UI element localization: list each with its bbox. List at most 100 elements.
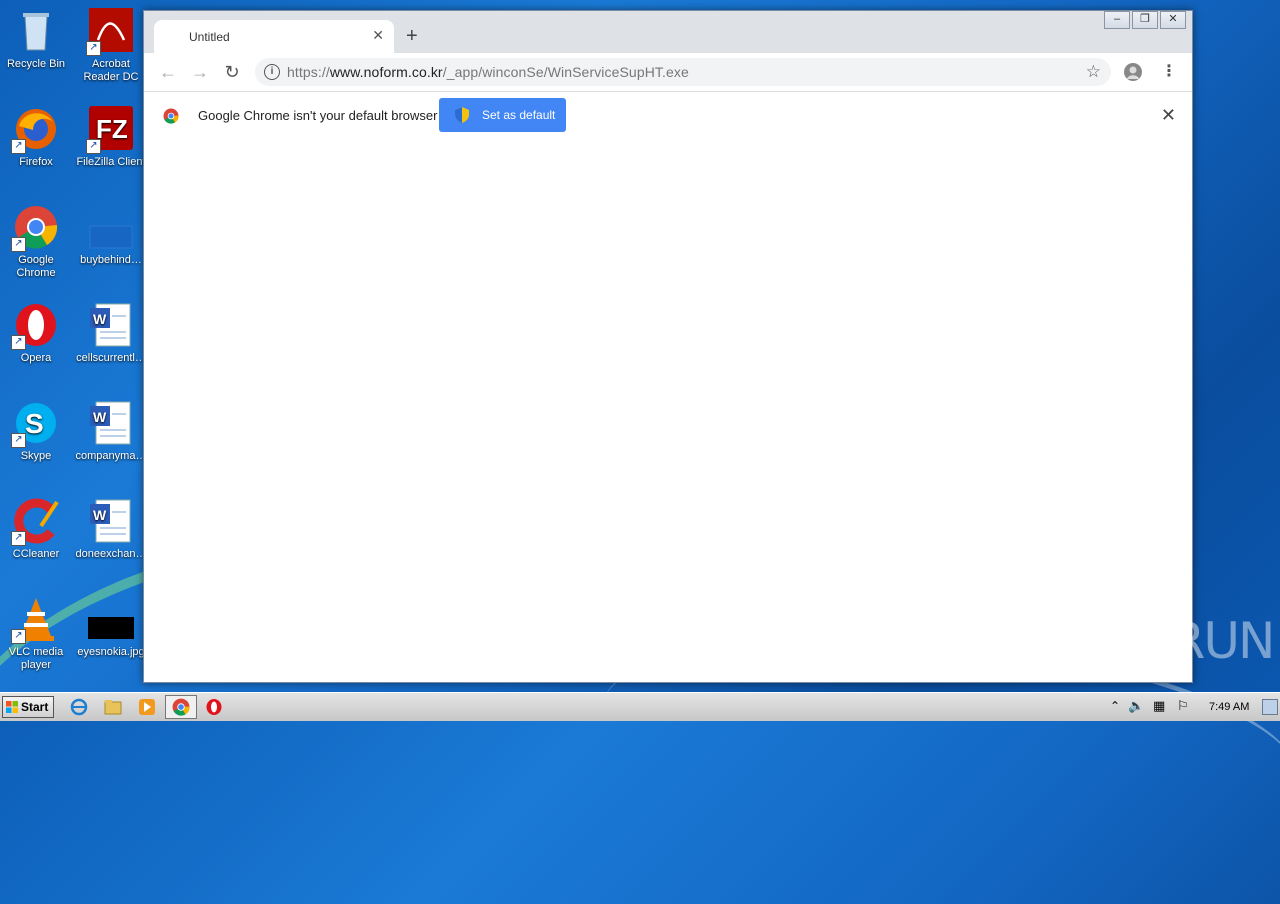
skype-icon: S ↗ (11, 400, 59, 448)
desktop-icon-label: CCleaner (12, 548, 60, 560)
desktop-icon-label: doneexchan… (75, 548, 147, 560)
shortcut-arrow-icon: ↗ (11, 433, 26, 448)
desktop-icon-vlc[interactable]: ↗ VLC media player (0, 596, 72, 672)
show-desktop-button[interactable] (1262, 699, 1278, 715)
menu-kebab-icon[interactable]: ⋮ (1161, 61, 1177, 81)
desktop-icon-label: Recycle Bin (6, 58, 66, 70)
chrome-taskbar-icon (172, 698, 190, 716)
chrome-window: Untitled ✕ + – ❐ ✕ ← → ↻ i https://www.n… (143, 10, 1193, 683)
filezilla-icon: FZ ↗ (86, 106, 134, 154)
desktop-icon-acrobat[interactable]: ↗ Acrobat Reader DC (75, 8, 147, 84)
tab-strip: Untitled ✕ + – ❐ ✕ (144, 11, 1192, 53)
desktop-icon-firefox[interactable]: ↗ Firefox (0, 106, 72, 169)
address-bar[interactable]: i https://www.noform.co.kr/_app/winconSe… (255, 58, 1111, 86)
action-center-flag-icon[interactable]: ⚐ (1177, 698, 1189, 714)
desktop-icon-word-doc[interactable]: W cellscurrentl… (75, 302, 147, 365)
desktop-icon-label: Acrobat Reader DC (83, 58, 139, 83)
restore-button[interactable]: ❐ (1132, 11, 1158, 29)
infobar-close-icon[interactable]: ✕ (1161, 105, 1176, 126)
start-button[interactable]: Start (2, 696, 54, 718)
shortcut-arrow-icon: ↗ (11, 335, 26, 350)
taskbar-clock[interactable]: 7:49 AM (1209, 701, 1249, 713)
shortcut-arrow-icon: ↗ (11, 139, 26, 154)
desktop-icon-label: Firefox (19, 156, 53, 168)
blank-file-icon (88, 204, 134, 250)
opera-icon: ↗ (11, 302, 59, 350)
desktop-icon-recycle-bin[interactable]: Recycle Bin (0, 8, 72, 71)
page-content[interactable] (144, 140, 1192, 682)
volume-icon[interactable]: 🔈 (1128, 698, 1144, 714)
reload-icon[interactable]: ↻ (222, 62, 242, 82)
desktop-icon-word-doc[interactable]: W doneexchan… (75, 498, 147, 561)
desktop-icon-file[interactable]: buybehind… (75, 204, 147, 267)
browser-toolbar: ← → ↻ i https://www.noform.co.kr/_app/wi… (144, 53, 1192, 91)
acrobat-icon: ↗ (86, 8, 134, 56)
desktop-icon-label: companyma… (75, 450, 147, 462)
desktop-icon-chrome[interactable]: ↗ Google Chrome (0, 204, 72, 280)
word-document-icon: W (88, 302, 134, 348)
url-host: www.noform.co.kr (329, 64, 443, 80)
back-arrow-icon[interactable]: ← (158, 62, 178, 82)
desktop-icon-opera[interactable]: ↗ Opera (0, 302, 72, 365)
desktop-icon-skype[interactable]: S ↗ Skype (0, 400, 72, 463)
desktop-icon-label: VLC media player (8, 646, 64, 671)
desktop-icon-label: Skype (20, 450, 52, 462)
tray-expand-icon[interactable]: ⌃ (1110, 699, 1120, 713)
desktop-icon-word-doc[interactable]: W companyma… (75, 400, 147, 463)
profile-avatar-icon[interactable] (1124, 63, 1142, 81)
set-as-default-label: Set as default (482, 108, 556, 122)
svg-text:W: W (93, 311, 107, 327)
network-icon[interactable]: ▦ (1153, 698, 1165, 714)
svg-text:S: S (25, 408, 44, 439)
start-label: Start (21, 700, 49, 714)
media-player-icon[interactable] (138, 698, 156, 716)
tab-active[interactable]: Untitled ✕ (154, 20, 394, 53)
shortcut-arrow-icon: ↗ (86, 139, 101, 154)
vlc-icon: ↗ (11, 596, 59, 644)
image-thumbnail-icon (88, 596, 134, 642)
taskbar: Start ⌃ 🔈 ▦ ⚐ 7:49 AM (0, 692, 1280, 721)
default-browser-infobar: Google Chrome isn't your default browser… (144, 91, 1192, 141)
desktop-icon-label: cellscurrentl… (76, 352, 146, 364)
svg-text:W: W (93, 409, 107, 425)
url-text[interactable]: https://www.noform.co.kr/_app/winconSe/W… (287, 64, 689, 80)
internet-explorer-icon[interactable] (70, 698, 88, 716)
shortcut-arrow-icon: ↗ (86, 41, 101, 56)
url-scheme: https:// (287, 64, 330, 80)
taskbar-chrome-active[interactable] (165, 695, 197, 719)
recycle-bin-icon (13, 8, 59, 54)
bookmark-star-icon[interactable]: ☆ (1086, 62, 1101, 82)
svg-text:W: W (93, 507, 107, 523)
tab-title: Untitled (189, 30, 230, 44)
desktop-icon-label: FileZilla Client (76, 156, 146, 168)
anyrun-watermark: ANY▷RUN (1038, 612, 1275, 670)
chrome-icon: ↗ (11, 204, 59, 252)
shortcut-arrow-icon: ↗ (11, 629, 26, 644)
infobar-message: Google Chrome isn't your default browser (198, 108, 438, 123)
ccleaner-icon: ↗ (11, 498, 59, 546)
desktop-icon-filezilla[interactable]: FZ ↗ FileZilla Client (75, 106, 147, 169)
desktop-icon-label: buybehind… (80, 254, 142, 266)
shortcut-arrow-icon: ↗ (11, 531, 26, 546)
desktop-icon-label: eyesnokia.jpg (77, 646, 145, 658)
desktop-icon-image[interactable]: eyesnokia.jpg (75, 596, 147, 659)
desktop-icon-label: Opera (20, 352, 52, 364)
minimize-button[interactable]: – (1104, 11, 1130, 29)
forward-arrow-icon[interactable]: → (190, 62, 210, 82)
opera-taskbar-icon[interactable] (205, 698, 223, 716)
url-path: /_app/winconSe/WinServiceSupHT.exe (442, 64, 689, 80)
chrome-logo-icon (163, 108, 179, 124)
new-tab-icon[interactable]: + (406, 25, 418, 48)
desktop-icon-label: Google Chrome (16, 254, 56, 279)
tab-close-icon[interactable]: ✕ (372, 27, 384, 44)
shortcut-arrow-icon: ↗ (11, 237, 26, 252)
set-as-default-button[interactable]: Set as default (439, 98, 566, 132)
window-caption-buttons: – ❐ ✕ (1102, 11, 1186, 29)
close-window-button[interactable]: ✕ (1160, 11, 1186, 29)
firefox-icon: ↗ (11, 106, 59, 154)
file-explorer-icon[interactable] (104, 698, 122, 716)
desktop-icon-ccleaner[interactable]: ↗ CCleaner (0, 498, 72, 561)
word-document-icon: W (88, 400, 134, 446)
word-document-icon: W (88, 498, 134, 544)
site-info-icon[interactable]: i (264, 64, 280, 80)
